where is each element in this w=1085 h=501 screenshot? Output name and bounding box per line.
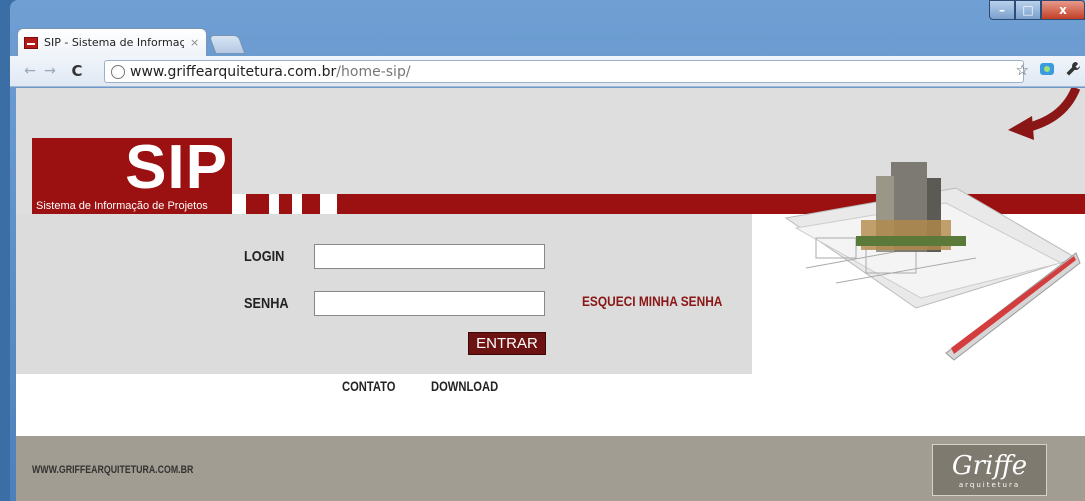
- footer-url: WWW.GRIFFEARQUITETURA.COM.BR: [32, 464, 194, 476]
- back-icon[interactable]: ←: [20, 63, 40, 79]
- favicon-icon: [24, 36, 38, 49]
- footer-nav: CONTATO DOWNLOAD: [342, 378, 515, 394]
- contact-link[interactable]: CONTATO: [342, 378, 396, 394]
- download-link[interactable]: DOWNLOAD: [431, 378, 498, 394]
- wrench-icon[interactable]: [1065, 61, 1081, 81]
- reload-icon[interactable]: C: [66, 62, 88, 80]
- logo-title: SIP: [125, 133, 228, 202]
- page-footer: WWW.GRIFFEARQUITETURA.COM.BR Griffe arqu…: [16, 436, 1085, 501]
- login-label: LOGIN: [244, 248, 285, 265]
- minimize-button[interactable]: –: [989, 0, 1015, 20]
- forgot-password-link[interactable]: ESQUECI MINHA SENHA: [582, 293, 722, 309]
- browser-tab[interactable]: SIP - Sistema de Informação ×: [17, 28, 207, 56]
- stripe-divider: [292, 194, 302, 214]
- password-input[interactable]: [314, 291, 545, 316]
- extension-icon[interactable]: [1039, 61, 1055, 81]
- close-window-button[interactable]: x: [1041, 0, 1085, 20]
- griffe-brand-sub: arquitetura: [958, 481, 1021, 489]
- tab-close-icon[interactable]: ×: [190, 36, 199, 49]
- bookmark-star-icon[interactable]: ☆: [1016, 61, 1029, 81]
- logo-subtitle: Sistema de Informação de Projetos: [36, 200, 208, 212]
- nav-strip: [16, 374, 1085, 436]
- browser-toolbar: ← → C www.griffearquitetura.com.br/home-…: [10, 56, 1085, 87]
- tab-title: SIP - Sistema de Informação: [44, 36, 184, 49]
- griffe-logo: Griffe arquitetura: [932, 444, 1047, 496]
- login-input[interactable]: [314, 244, 545, 269]
- window-controls: – □ x: [989, 0, 1085, 22]
- griffe-brand: Griffe: [951, 451, 1028, 481]
- globe-icon: [111, 64, 125, 79]
- forward-icon[interactable]: →: [40, 63, 60, 79]
- page-content: SIP Sistema de Informação de Projetos LO…: [16, 88, 1085, 501]
- stripe-divider: [232, 194, 246, 214]
- architecture-illustration: [784, 162, 1081, 361]
- stripe-divider: [269, 194, 279, 214]
- maximize-button[interactable]: □: [1015, 0, 1041, 20]
- login-button[interactable]: ENTRAR: [468, 332, 546, 355]
- url-text: www.griffearquitetura.com.br/home-sip/: [130, 63, 411, 80]
- stripe-divider: [320, 194, 337, 214]
- password-label: SENHA: [244, 295, 289, 312]
- curved-arrow-icon: [1008, 88, 1081, 140]
- address-bar[interactable]: www.griffearquitetura.com.br/home-sip/: [104, 60, 1024, 83]
- sip-logo: SIP Sistema de Informação de Projetos: [32, 133, 232, 214]
